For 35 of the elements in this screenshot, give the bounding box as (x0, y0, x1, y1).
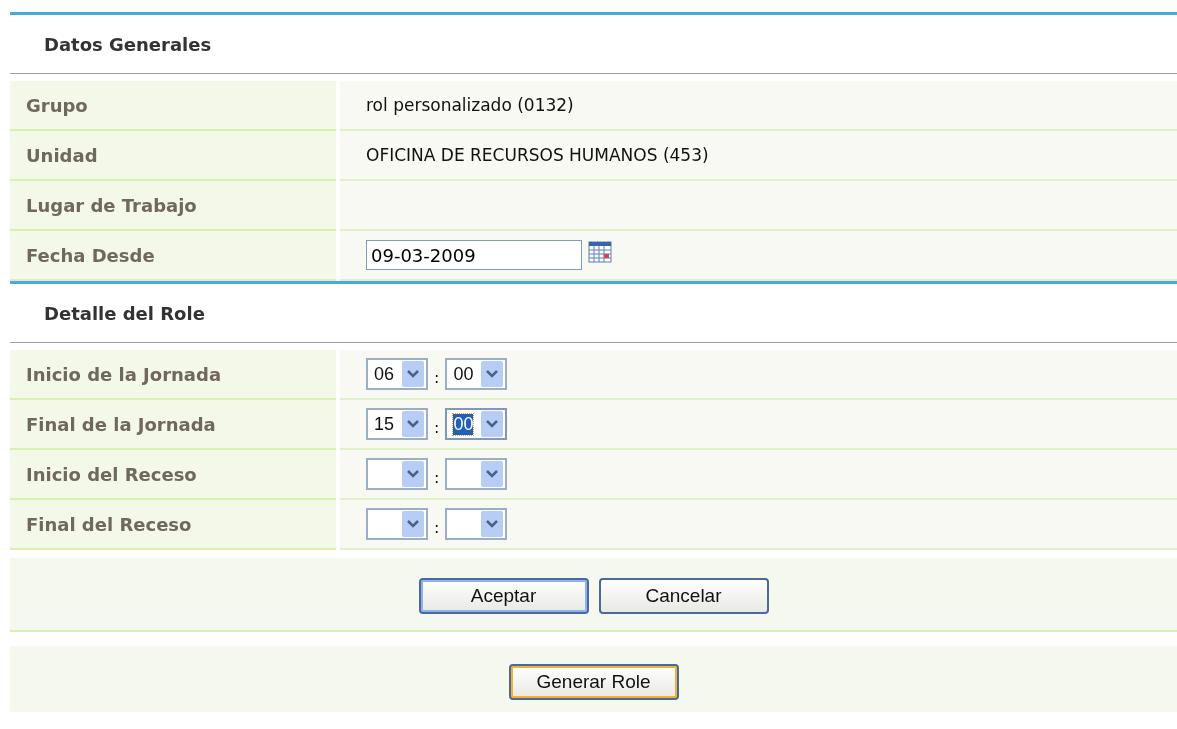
hour-select[interactable]: 15 (366, 408, 428, 440)
time-separator: : (434, 367, 440, 387)
minute-select[interactable]: 00 (445, 358, 508, 390)
caret-icon[interactable] (481, 411, 504, 437)
field-label: Fecha Desde (26, 244, 155, 266)
field-value: OFICINA DE RECURSOS HUMANOS (453) (366, 145, 709, 165)
generate-button[interactable]: Generar Role (508, 664, 679, 700)
field-label: Final de la Jornada (26, 413, 216, 435)
caret-icon[interactable] (402, 411, 424, 437)
field-value: rol personalizado (0132) (366, 95, 574, 115)
caret-icon[interactable] (402, 461, 424, 487)
caret-icon[interactable] (481, 511, 504, 537)
time-separator: : (434, 417, 440, 437)
hour-select[interactable] (366, 458, 428, 490)
caret-icon[interactable] (481, 361, 504, 387)
field-label: Inicio del Receso (26, 463, 197, 485)
caret-icon[interactable] (481, 461, 504, 487)
form-button[interactable]: Aceptar (418, 578, 589, 614)
field-label: Lugar de Trabajo (26, 194, 197, 216)
caret-icon[interactable] (402, 511, 424, 537)
field-label: Inicio de la Jornada (26, 363, 222, 385)
section-title: Datos Generales (44, 33, 212, 55)
field-label: Final del Receso (26, 513, 192, 535)
form-button[interactable]: Cancelar (598, 578, 769, 614)
minute-select[interactable]: 00 (445, 408, 508, 440)
time-separator: : (434, 467, 440, 487)
caret-icon[interactable] (402, 361, 424, 387)
hour-select[interactable]: 06 (366, 358, 428, 390)
section-title: Detalle del Role (44, 302, 205, 324)
calendar-icon[interactable] (588, 241, 612, 263)
time-separator: : (434, 517, 440, 537)
field-label: Unidad (26, 144, 98, 166)
field-label: Grupo (26, 94, 88, 116)
hour-select[interactable] (366, 508, 428, 540)
date-field[interactable]: 09-03-2009 (366, 240, 582, 270)
